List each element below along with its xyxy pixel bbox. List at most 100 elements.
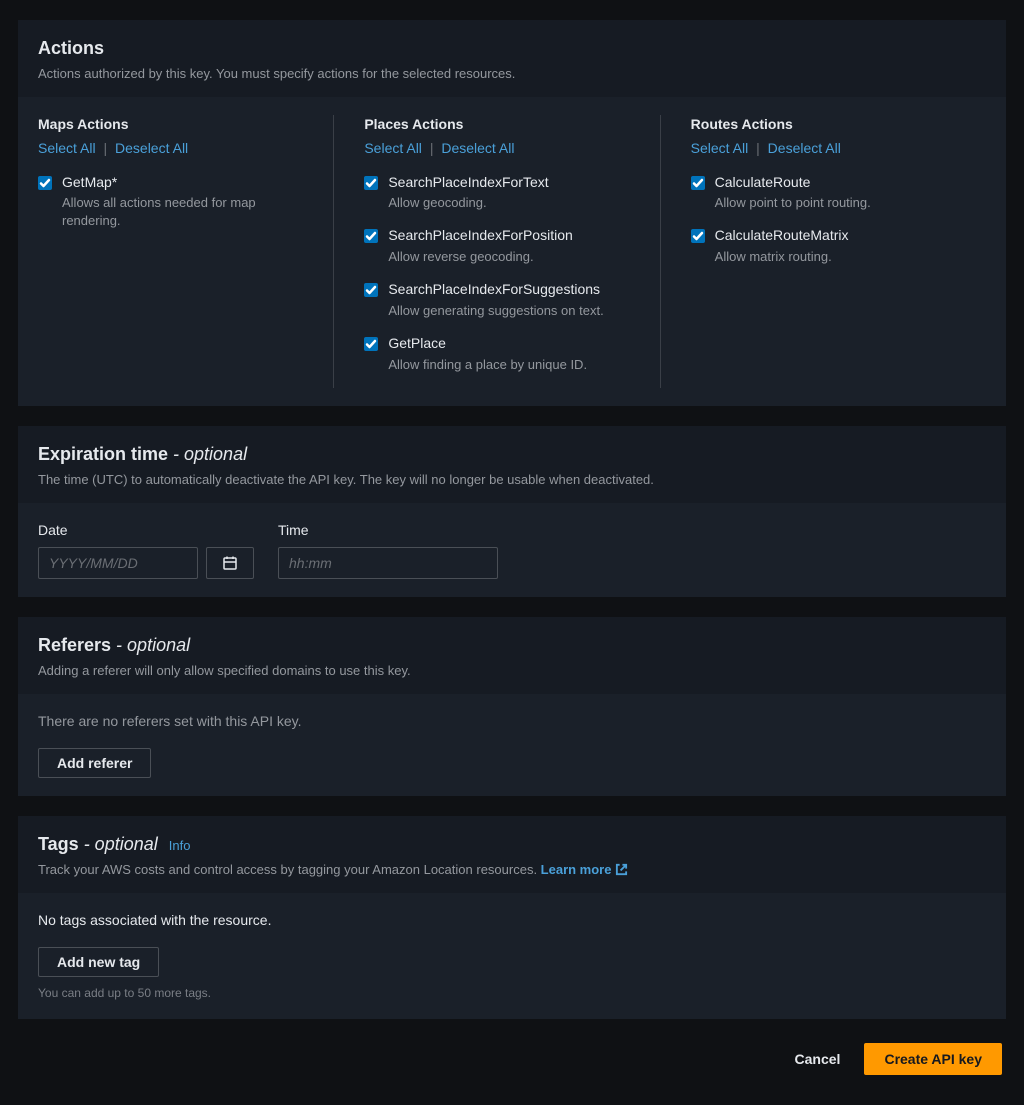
expiration-panel: Expiration time - optional The time (UTC… [18,426,1006,597]
maps-select-all[interactable]: Select All [38,140,96,156]
calendar-button[interactable] [206,547,254,579]
searchplaceindexforsuggestions-checkbox[interactable] [364,283,378,297]
action-item: CalculateRouteMatrix Allow matrix routin… [691,226,956,266]
maps-actions-column: Maps Actions Select All | Deselect All G… [38,115,333,387]
action-label: GetPlace [388,334,587,354]
routes-select-row: Select All | Deselect All [691,139,956,159]
action-label: SearchPlaceIndexForPosition [388,226,572,246]
optional-label: - optional [168,444,247,464]
learn-more-text: Learn more [541,861,612,879]
action-item: SearchPlaceIndexForText Allow geocoding. [364,173,629,213]
searchplaceindexfortext-checkbox[interactable] [364,176,378,190]
maps-deselect-all[interactable]: Deselect All [115,140,188,156]
actions-panel-header: Actions Actions authorized by this key. … [18,20,1006,97]
routes-actions-column: Routes Actions Select All | Deselect All… [660,115,986,387]
action-item: GetPlace Allow finding a place by unique… [364,334,629,374]
expiration-title-text: Expiration time [38,444,168,464]
expiration-panel-header: Expiration time - optional The time (UTC… [18,426,1006,503]
time-input[interactable] [278,547,498,579]
action-desc: Allow point to point routing. [715,194,871,212]
tags-empty: No tags associated with the resource. [38,911,986,931]
cancel-button[interactable]: Cancel [787,1043,849,1075]
action-label: SearchPlaceIndexForSuggestions [388,280,603,300]
getmap-checkbox[interactable] [38,176,52,190]
action-label: SearchPlaceIndexForText [388,173,548,193]
optional-label: - optional [79,834,158,854]
maps-actions-title: Maps Actions [38,115,303,135]
referers-subtitle: Adding a referer will only allow specifi… [38,662,986,680]
tags-title: Tags - optional Info [38,832,986,857]
check-icon [692,177,704,189]
expiration-body: Date [18,503,1006,597]
add-new-tag-button[interactable]: Add new tag [38,947,159,977]
places-select-row: Select All | Deselect All [364,139,629,159]
routes-actions-title: Routes Actions [691,115,956,135]
expiration-title: Expiration time - optional [38,442,986,467]
tags-panel-header: Tags - optional Info Track your AWS cost… [18,816,1006,893]
action-item: SearchPlaceIndexForPosition Allow revers… [364,226,629,266]
referers-body: There are no referers set with this API … [18,694,1006,796]
check-icon [365,230,377,242]
tags-body: No tags associated with the resource. Ad… [18,893,1006,1019]
external-link-icon [615,863,628,876]
action-desc: Allow geocoding. [388,194,548,212]
routes-deselect-all[interactable]: Deselect All [768,140,841,156]
referers-empty: There are no referers set with this API … [38,712,986,732]
tags-hint: You can add up to 50 more tags. [38,985,986,1002]
date-input-row [38,547,254,579]
actions-title: Actions [38,36,986,61]
action-item: CalculateRoute Allow point to point rout… [691,173,956,213]
expiration-subtitle: The time (UTC) to automatically deactiva… [38,471,986,489]
tags-info-link[interactable]: Info [169,838,191,853]
check-icon [365,338,377,350]
action-label: CalculateRouteMatrix [715,226,849,246]
learn-more-link[interactable]: Learn more [541,861,629,879]
action-desc: Allow finding a place by unique ID. [388,356,587,374]
date-label: Date [38,521,254,541]
action-desc: Allows all actions needed for map render… [62,194,303,230]
referers-panel: Referers - optional Adding a referer wil… [18,617,1006,796]
actions-body: Maps Actions Select All | Deselect All G… [18,97,1006,405]
places-actions-title: Places Actions [364,115,629,135]
calendar-icon [222,555,238,571]
separator: | [752,140,764,156]
tags-title-text: Tags [38,834,79,854]
time-label: Time [278,521,498,541]
time-field-group: Time [278,521,498,579]
places-actions-column: Places Actions Select All | Deselect All… [333,115,659,387]
action-item: SearchPlaceIndexForSuggestions Allow gen… [364,280,629,320]
referers-panel-header: Referers - optional Adding a referer wil… [18,617,1006,694]
actions-panel: Actions Actions authorized by this key. … [18,20,1006,406]
add-referer-button[interactable]: Add referer [38,748,151,778]
action-desc: Allow reverse geocoding. [388,248,572,266]
routes-select-all[interactable]: Select All [691,140,749,156]
calculateroutematrix-checkbox[interactable] [691,229,705,243]
check-icon [39,177,51,189]
optional-label: - optional [111,635,190,655]
separator: | [426,140,438,156]
action-item: GetMap* Allows all actions needed for ma… [38,173,303,231]
action-label: GetMap* [62,173,303,193]
actions-subtitle: Actions authorized by this key. You must… [38,65,986,83]
calculateroute-checkbox[interactable] [691,176,705,190]
footer-buttons: Cancel Create API key [18,1043,1006,1075]
actions-columns: Maps Actions Select All | Deselect All G… [38,115,986,387]
action-label: CalculateRoute [715,173,871,193]
separator: | [99,140,111,156]
expiration-fields: Date [38,521,986,579]
getplace-checkbox[interactable] [364,337,378,351]
date-input[interactable] [38,547,198,579]
tags-subtitle: Track your AWS costs and control access … [38,861,986,879]
check-icon [365,284,377,296]
action-desc: Allow generating suggestions on text. [388,302,603,320]
places-deselect-all[interactable]: Deselect All [441,140,514,156]
places-select-all[interactable]: Select All [364,140,422,156]
check-icon [692,230,704,242]
date-field-group: Date [38,521,254,579]
referers-title: Referers - optional [38,633,986,658]
tags-subtitle-text: Track your AWS costs and control access … [38,862,541,877]
searchplaceindexforposition-checkbox[interactable] [364,229,378,243]
action-desc: Allow matrix routing. [715,248,849,266]
referers-title-text: Referers [38,635,111,655]
create-api-key-button[interactable]: Create API key [864,1043,1002,1075]
